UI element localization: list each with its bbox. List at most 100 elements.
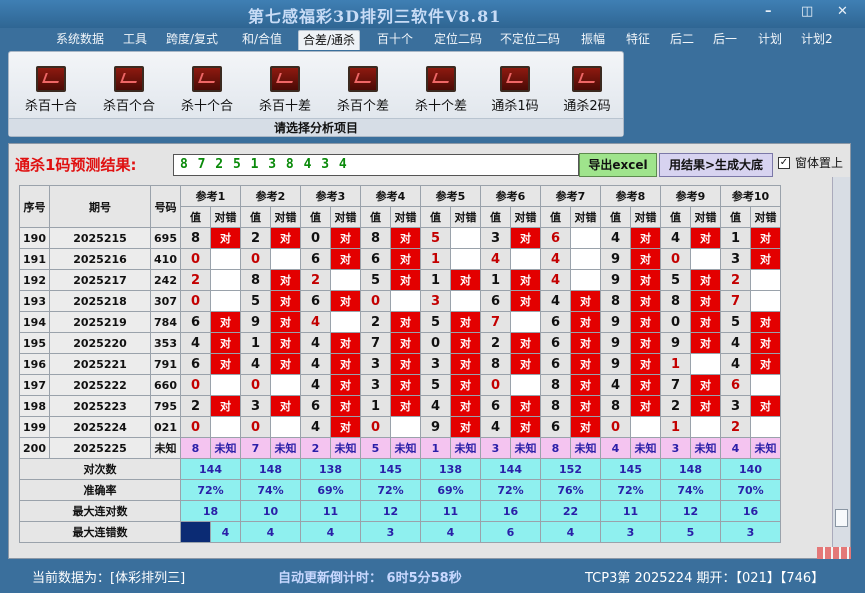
ref-value: 5 <box>240 290 271 312</box>
stats-value: 145 <box>360 458 421 480</box>
stats-label: 对次数 <box>19 458 181 480</box>
ref-result: 对 <box>570 290 601 312</box>
prediction-output[interactable]: 8 7 2 5 1 3 8 4 3 4 <box>173 154 579 176</box>
row-number: 307 <box>150 290 181 312</box>
menu-digits[interactable]: 百十个 <box>373 30 417 50</box>
scrollbar-thumb[interactable] <box>835 509 848 527</box>
table-row[interactable]: 191 2025216 410 0 0 6 对 6 对 1 4 4 9 对 0 3 对 <box>19 248 781 270</box>
table-row[interactable]: 192 2025217 242 2 8 对 2 5 对 1 对 1 对 4 9 对 5 对 2 <box>19 269 781 291</box>
restore-icon[interactable]: ◫ <box>801 4 813 19</box>
menu-unfixed-two[interactable]: 不定位二码 <box>496 30 564 50</box>
stats-value: 4 <box>210 521 241 543</box>
ref-result: 对 <box>690 227 721 249</box>
menu-fixed-two[interactable]: 定位二码 <box>430 30 486 50</box>
stats-value: 69% <box>300 479 361 501</box>
ref-value: 0 <box>420 332 451 354</box>
subheader-value: 值 <box>180 206 211 228</box>
ref-value: 5 <box>720 311 751 333</box>
close-icon[interactable]: ✕ <box>837 4 848 19</box>
ribbon-kill-bai-ge-sum[interactable]: 杀百个合 <box>91 66 167 114</box>
row-period: 2025221 <box>49 353 151 375</box>
table-row[interactable]: 195 2025220 353 4 对 1 对 4 对 7 对 0 对 2 对 6 对 9 对 9 对 4 对 <box>19 332 781 354</box>
ribbon-kill-shi-ge-sum[interactable]: 杀十个合 <box>169 66 245 114</box>
stats-value: 69% <box>420 479 481 501</box>
menu-amplitude[interactable]: 振幅 <box>577 30 609 50</box>
ref-result: 对 <box>510 290 541 312</box>
ref-result: 未知 <box>750 437 781 459</box>
result-panel: 通杀1码预测结果: 8 7 2 5 1 3 8 4 3 4 导出excel 用结… <box>8 143 851 559</box>
row-no: 194 <box>19 311 50 333</box>
vertical-scrollbar[interactable] <box>832 177 850 558</box>
ref-value: 2 <box>240 227 271 249</box>
stats-value: 138 <box>420 458 481 480</box>
table-row[interactable]: 196 2025221 791 6 对 4 对 4 对 3 对 3 对 8 对 6 对 9 对 1 4 对 <box>19 353 781 375</box>
generate-base-button[interactable]: 用结果>生成大底 <box>659 153 773 177</box>
ref-result: 对 <box>390 227 421 249</box>
ref-result: 对 <box>690 395 721 417</box>
menu-span[interactable]: 跨度/复式 <box>162 30 222 50</box>
ref-value: 1 <box>660 416 691 438</box>
table-row[interactable]: 198 2025223 795 2 对 3 对 6 对 1 对 4 对 6 对 8 对 8 对 2 对 3 对 <box>19 395 781 417</box>
ribbon-kill-two[interactable]: 通杀2码 <box>549 66 625 114</box>
ref-value: 0 <box>480 374 511 396</box>
ribbon-kill-bai-shi-sum[interactable]: 杀百十合 <box>13 66 89 114</box>
menu-last-two[interactable]: 后二 <box>666 30 698 50</box>
table-row[interactable]: 194 2025219 784 6 对 9 对 4 2 对 5 对 7 6 对 9 对 0 对 5 对 <box>19 311 781 333</box>
menu-plan[interactable]: 计划 <box>754 30 786 50</box>
ref-result: 对 <box>570 416 601 438</box>
subheader-result: 对错 <box>510 206 541 228</box>
ref-result: 对 <box>510 227 541 249</box>
minimize-icon[interactable]: – <box>765 4 772 19</box>
menu-tools[interactable]: 工具 <box>119 30 151 50</box>
stats-value: 76% <box>540 479 601 501</box>
menu-system-data[interactable]: 系统数据 <box>52 30 108 50</box>
ref-result: 未知 <box>210 437 241 459</box>
ribbon-kill-bai-ge-diff[interactable]: 杀百个差 <box>325 66 401 114</box>
ref-result: 对 <box>270 332 301 354</box>
resize-grip[interactable] <box>817 547 851 559</box>
ref-value: 2 <box>180 269 211 291</box>
stats-value: 152 <box>540 458 601 480</box>
table-row[interactable]: 190 2025215 695 8 对 2 对 0 对 8 对 5 3 对 6 4 对 4 对 1 对 <box>19 227 781 249</box>
ref-result <box>270 374 301 396</box>
row-number: 784 <box>150 311 181 333</box>
row-no: 191 <box>19 248 50 270</box>
ref-value: 7 <box>660 374 691 396</box>
ref-value: 4 <box>720 332 751 354</box>
subheader-result: 对错 <box>570 206 601 228</box>
ref-value: 3 <box>240 395 271 417</box>
ref-result: 对 <box>750 311 781 333</box>
ribbon-kill-one[interactable]: 通杀1码 <box>477 66 553 114</box>
stats-value: 72% <box>480 479 541 501</box>
topmost-checkbox[interactable]: ✓ <box>778 157 790 169</box>
ref-value: 6 <box>540 332 571 354</box>
menu-last-one[interactable]: 后一 <box>709 30 741 50</box>
export-excel-button[interactable]: 导出excel <box>579 153 657 177</box>
ref-result: 对 <box>390 332 421 354</box>
ref-value: 9 <box>660 332 691 354</box>
ref-value: 9 <box>600 332 631 354</box>
menu-sum[interactable]: 和/合值 <box>238 30 286 50</box>
table-row[interactable]: 199 2025224 021 0 0 4 对 0 9 对 4 对 6 对 0 1 2 <box>19 416 781 438</box>
ref-result: 对 <box>330 416 361 438</box>
ref-result: 对 <box>570 395 601 417</box>
table-row[interactable]: 193 2025218 307 0 5 对 6 对 0 3 6 对 4 对 8 对 8 对 7 <box>19 290 781 312</box>
ref-value: 0 <box>360 416 391 438</box>
menu-plan2[interactable]: 计划2 <box>797 30 837 50</box>
row-period: 2025218 <box>49 290 151 312</box>
ref-result: 对 <box>690 374 721 396</box>
ref-value: 4 <box>300 353 331 375</box>
ref-value: 7 <box>480 311 511 333</box>
menu-feature[interactable]: 特征 <box>622 30 654 50</box>
menu-diff-kill[interactable]: 合差/通杀 <box>298 30 361 50</box>
ribbon-kill-bai-shi-diff[interactable]: 杀百十差 <box>247 66 323 114</box>
ref-value: 9 <box>600 269 631 291</box>
table-row[interactable]: 197 2025222 660 0 0 4 对 3 对 5 对 0 8 对 4 对 7 对 6 <box>19 374 781 396</box>
ribbon-kill-shi-ge-diff[interactable]: 杀十个差 <box>403 66 479 114</box>
row-number: 791 <box>150 353 181 375</box>
table-row[interactable]: 200 2025225 未知 8 未知 7 未知 2 未知 5 未知 1 未知 3 未知 8 未知 4 未知 3 未知 4… <box>19 437 781 459</box>
ref-value: 4 <box>180 332 211 354</box>
header-ref: 参考7 <box>540 185 601 207</box>
ref-result <box>510 248 541 270</box>
stats-value: 3 <box>720 521 781 543</box>
